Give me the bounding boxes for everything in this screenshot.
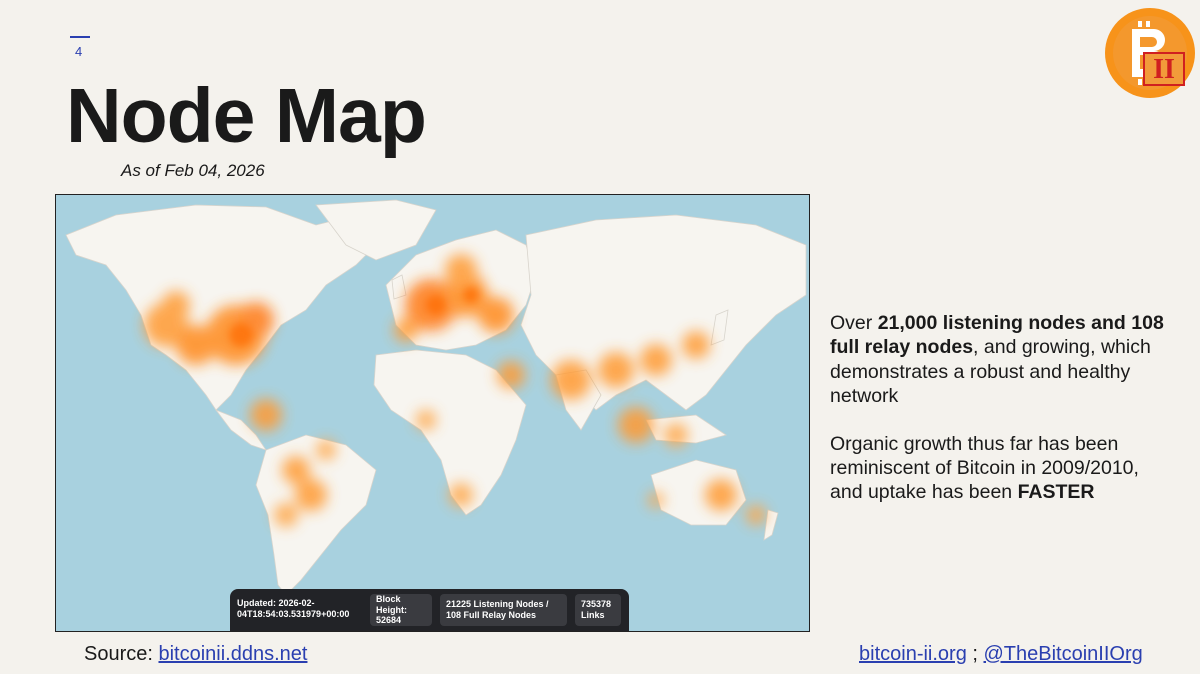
source-label: Source: bbox=[84, 643, 159, 665]
page-title: Node Map bbox=[66, 73, 427, 159]
logo-text: II bbox=[1153, 54, 1175, 85]
link-count: 735378 Links bbox=[575, 594, 621, 626]
as-of-date: As of Feb 04, 2026 bbox=[121, 161, 265, 180]
summary-paragraph-2: Organic growth thus far has been reminis… bbox=[830, 432, 1170, 505]
world-map-heatmap bbox=[56, 195, 809, 631]
slide-number-rule bbox=[70, 36, 90, 38]
source-line: Source: bitcoinii.ddns.net bbox=[84, 643, 307, 666]
block-height: Block Height: 52684 bbox=[370, 594, 432, 626]
site-link[interactable]: bitcoin-ii.org bbox=[859, 643, 967, 665]
p1-prefix: Over bbox=[830, 312, 878, 334]
source-link[interactable]: bitcoinii.ddns.net bbox=[158, 643, 307, 665]
twitter-link[interactable]: @TheBitcoinIIOrg bbox=[984, 643, 1143, 665]
summary-paragraph-1: Over 21,000 listening nodes and 108 full… bbox=[830, 311, 1170, 409]
node-count: 21225 Listening Nodes / 108 Full Relay N… bbox=[440, 594, 567, 626]
summary-text: Over 21,000 listening nodes and 108 full… bbox=[830, 311, 1170, 528]
updated-timestamp: Updated: 2026-02- 04T18:54:03.531979+00:… bbox=[237, 598, 350, 619]
slide-number: 4 bbox=[75, 44, 83, 59]
footer-links: bitcoin-ii.org ; @TheBitcoinIIOrg bbox=[859, 643, 1143, 666]
p2-bold: FASTER bbox=[1017, 481, 1095, 504]
link-separator: ; bbox=[966, 643, 984, 665]
map-status-bar: Updated: 2026-02- 04T18:54:03.531979+00:… bbox=[230, 589, 629, 631]
node-map[interactable]: Updated: 2026-02- 04T18:54:03.531979+00:… bbox=[55, 194, 810, 632]
bitcoin-ii-logo: II bbox=[1105, 8, 1195, 98]
